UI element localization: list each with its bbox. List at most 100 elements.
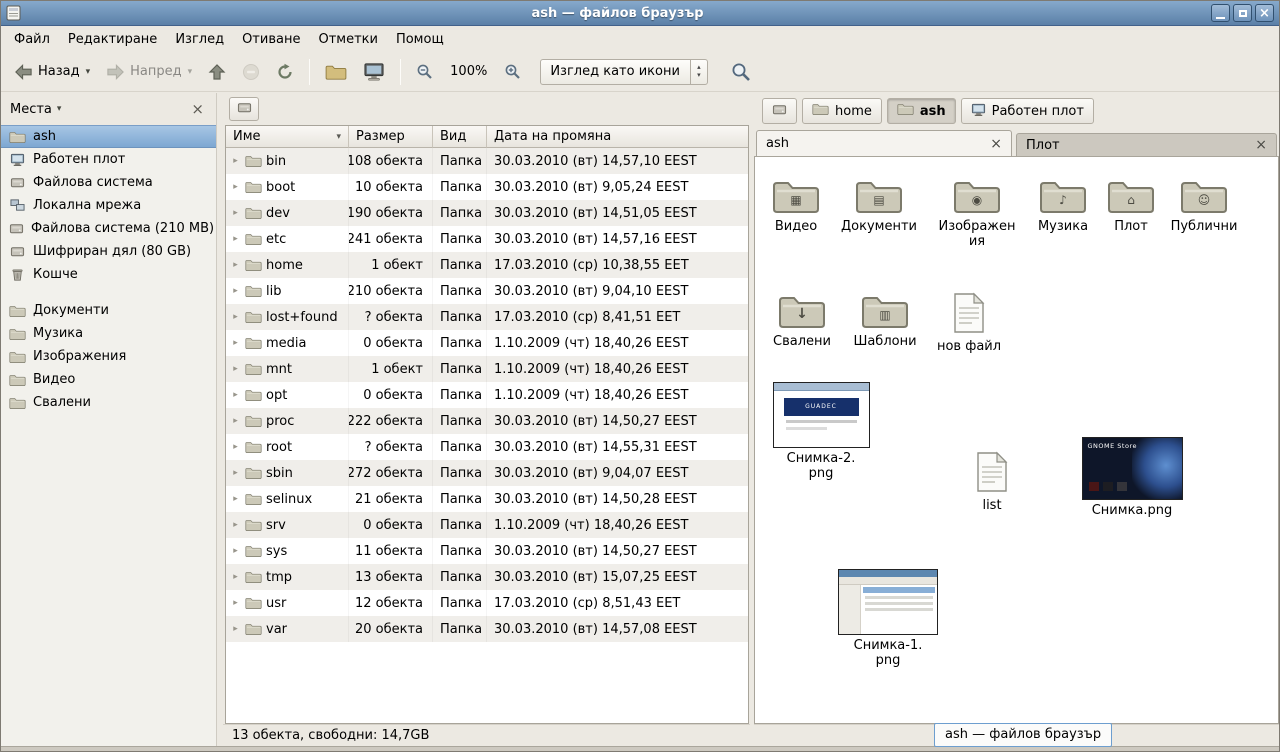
table-row[interactable]: ▸etc241 обектаПапка30.03.2010 (вт) 14,57… [226, 226, 748, 252]
up-button[interactable] [201, 57, 233, 87]
table-row[interactable]: ▸lib210 обектаПапка30.03.2010 (вт) 9,04,… [226, 278, 748, 304]
table-row[interactable]: ▸lost+found? обектаПапка17.03.2010 (ср) … [226, 304, 748, 330]
view-mode-spinner-icon[interactable]: ▴▾ [690, 60, 707, 84]
zoom-in-button[interactable] [497, 57, 528, 86]
table-row[interactable]: ▸media0 обектаПапка1.10.2009 (чт) 18,40,… [226, 330, 748, 356]
sidebar-item[interactable]: Свалени [1, 391, 216, 414]
minimize-button[interactable] [1211, 4, 1230, 22]
icon-view-item[interactable]: ▥Шаблони [842, 291, 928, 349]
table-row[interactable]: ▸root? обектаПапка30.03.2010 (вт) 14,55,… [226, 434, 748, 460]
icon-view-item[interactable]: ▤Документи [836, 176, 922, 234]
expander-icon[interactable]: ▸ [230, 234, 241, 244]
table-row[interactable]: ▸opt0 обектаПапка1.10.2009 (чт) 18,40,26… [226, 382, 748, 408]
sidebar-item[interactable]: Видео [1, 368, 216, 391]
menu-item[interactable]: Отметки [309, 28, 386, 51]
expander-icon[interactable]: ▸ [230, 572, 241, 582]
expander-icon[interactable]: ▸ [230, 468, 241, 478]
table-row[interactable]: ▸boot10 обектаПапка30.03.2010 (вт) 9,05,… [226, 174, 748, 200]
table-row[interactable]: ▸dev190 обектаПапка30.03.2010 (вт) 14,51… [226, 200, 748, 226]
expander-icon[interactable]: ▸ [230, 182, 241, 192]
pathbar-root-button[interactable] [762, 98, 797, 124]
icon-view-item[interactable]: ◉Изображен ия [934, 176, 1020, 249]
close-button[interactable]: × [1255, 4, 1274, 22]
search-button[interactable] [724, 56, 758, 88]
table-row[interactable]: ▸mnt1 обектПапка1.10.2009 (чт) 18,40,26 … [226, 356, 748, 382]
expander-icon[interactable]: ▸ [230, 442, 241, 452]
icon-view-item[interactable]: ☺Публични [1161, 176, 1247, 234]
icon-view[interactable]: ▦Видео▤Документи◉Изображен ия♪Музика⌂Пло… [754, 157, 1279, 724]
icon-view-item[interactable]: ▦Видео [754, 176, 839, 234]
menu-item[interactable]: Помощ [387, 28, 453, 51]
icon-view-item[interactable]: Снимка-1. png [833, 569, 943, 668]
path-button[interactable]: Работен плот [961, 98, 1094, 124]
home-button[interactable] [318, 57, 354, 87]
menu-item[interactable]: Отиване [233, 28, 309, 51]
pathbar-root-button[interactable] [229, 97, 259, 121]
expander-icon[interactable]: ▸ [230, 338, 241, 348]
expander-icon[interactable]: ▸ [230, 546, 241, 556]
sidebar-item[interactable]: Музика [1, 322, 216, 345]
table-row[interactable]: ▸srv0 обектаПапка1.10.2009 (чт) 18,40,26… [226, 512, 748, 538]
table-row[interactable]: ▸selinux21 обектаПапка30.03.2010 (вт) 14… [226, 486, 748, 512]
expander-icon[interactable]: ▸ [230, 156, 241, 166]
expander-icon[interactable]: ▸ [230, 494, 241, 504]
column-header-name[interactable]: Име ▾ [226, 126, 349, 148]
icon-view-item[interactable]: list [949, 451, 1035, 513]
column-header-date[interactable]: Дата на промяна [487, 126, 748, 148]
column-header-type[interactable]: Вид [433, 126, 487, 148]
zoom-out-button[interactable] [409, 57, 440, 86]
sidebar-item[interactable]: Файлова система [1, 171, 216, 194]
stop-button[interactable] [235, 57, 267, 87]
sidebar-item[interactable]: Кошче [1, 263, 216, 286]
table-row[interactable]: ▸home1 обектПапка17.03.2010 (ср) 10,38,5… [226, 252, 748, 278]
reload-button[interactable] [269, 57, 301, 87]
back-button[interactable]: Назад ▾ [7, 57, 97, 87]
expander-icon[interactable]: ▸ [230, 260, 241, 270]
sidebar-close-icon[interactable]: × [188, 102, 207, 117]
sidebar-item[interactable]: Документи [1, 299, 216, 322]
expander-icon[interactable]: ▸ [230, 390, 241, 400]
expander-icon[interactable]: ▸ [230, 286, 241, 296]
expander-icon[interactable]: ▸ [230, 364, 241, 374]
menu-item[interactable]: Изглед [166, 28, 233, 51]
view-mode-select[interactable]: Изглед като икони ▴▾ [540, 59, 708, 85]
expander-icon[interactable]: ▸ [230, 208, 241, 218]
tab[interactable]: Плот× [1016, 133, 1277, 156]
forward-button[interactable]: Напред ▾ [99, 57, 199, 87]
table-row[interactable]: ▸sys11 обектаПапка30.03.2010 (вт) 14,50,… [226, 538, 748, 564]
sidebar-item[interactable]: Файлова система (210 MB) [1, 217, 216, 240]
tab-close-icon[interactable]: × [990, 137, 1002, 151]
expander-icon[interactable]: ▸ [230, 416, 241, 426]
sidebar-header[interactable]: Места ▾ × [1, 93, 216, 125]
path-button[interactable]: ash [887, 98, 956, 124]
sidebar-item[interactable]: Изображения [1, 345, 216, 368]
icon-view-item[interactable]: нов файл [926, 292, 1012, 354]
sidebar-item[interactable]: ash [1, 125, 216, 148]
sidebar-item[interactable]: Работен плот [1, 148, 216, 171]
table-row[interactable]: ▸var20 обектаПапка30.03.2010 (вт) 14,57,… [226, 616, 748, 642]
column-header-size[interactable]: Размер [349, 126, 433, 148]
expander-icon[interactable]: ▸ [230, 520, 241, 530]
icon-view-item[interactable]: GUADECСнимка-2. png [766, 382, 876, 481]
icon-view-item[interactable]: ↓Свалени [759, 291, 845, 349]
table-row[interactable]: ▸bin108 обектаПапка30.03.2010 (вт) 14,57… [226, 148, 748, 174]
maximize-button[interactable] [1233, 4, 1252, 22]
expander-icon[interactable]: ▸ [230, 598, 241, 608]
path-button[interactable]: home [802, 98, 882, 124]
menu-item[interactable]: Редактиране [59, 28, 166, 51]
expander-icon[interactable]: ▸ [230, 624, 241, 634]
tab-close-icon[interactable]: × [1255, 138, 1267, 152]
computer-button[interactable] [356, 56, 392, 88]
sidebar-item[interactable]: Шифриран дял (80 GB) [1, 240, 216, 263]
sidebar-item[interactable]: Локална мрежа [1, 194, 216, 217]
expander-icon[interactable]: ▸ [230, 312, 241, 322]
icon-view-item[interactable]: GNOME StoreСнимка.png [1077, 437, 1187, 518]
table-row[interactable]: ▸sbin272 обектаПапка30.03.2010 (вт) 9,04… [226, 460, 748, 486]
sidebar-dropdown-icon[interactable]: ▾ [57, 104, 62, 114]
menu-item[interactable]: Файл [5, 28, 59, 51]
table-row[interactable]: ▸tmp13 обектаПапка30.03.2010 (вт) 15,07,… [226, 564, 748, 590]
tab[interactable]: ash× [756, 130, 1012, 156]
table-row[interactable]: ▸proc222 обектаПапка30.03.2010 (вт) 14,5… [226, 408, 748, 434]
titlebar[interactable]: ash — файлов браузър × [1, 1, 1279, 26]
table-row[interactable]: ▸usr12 обектаПапка17.03.2010 (ср) 8,51,4… [226, 590, 748, 616]
